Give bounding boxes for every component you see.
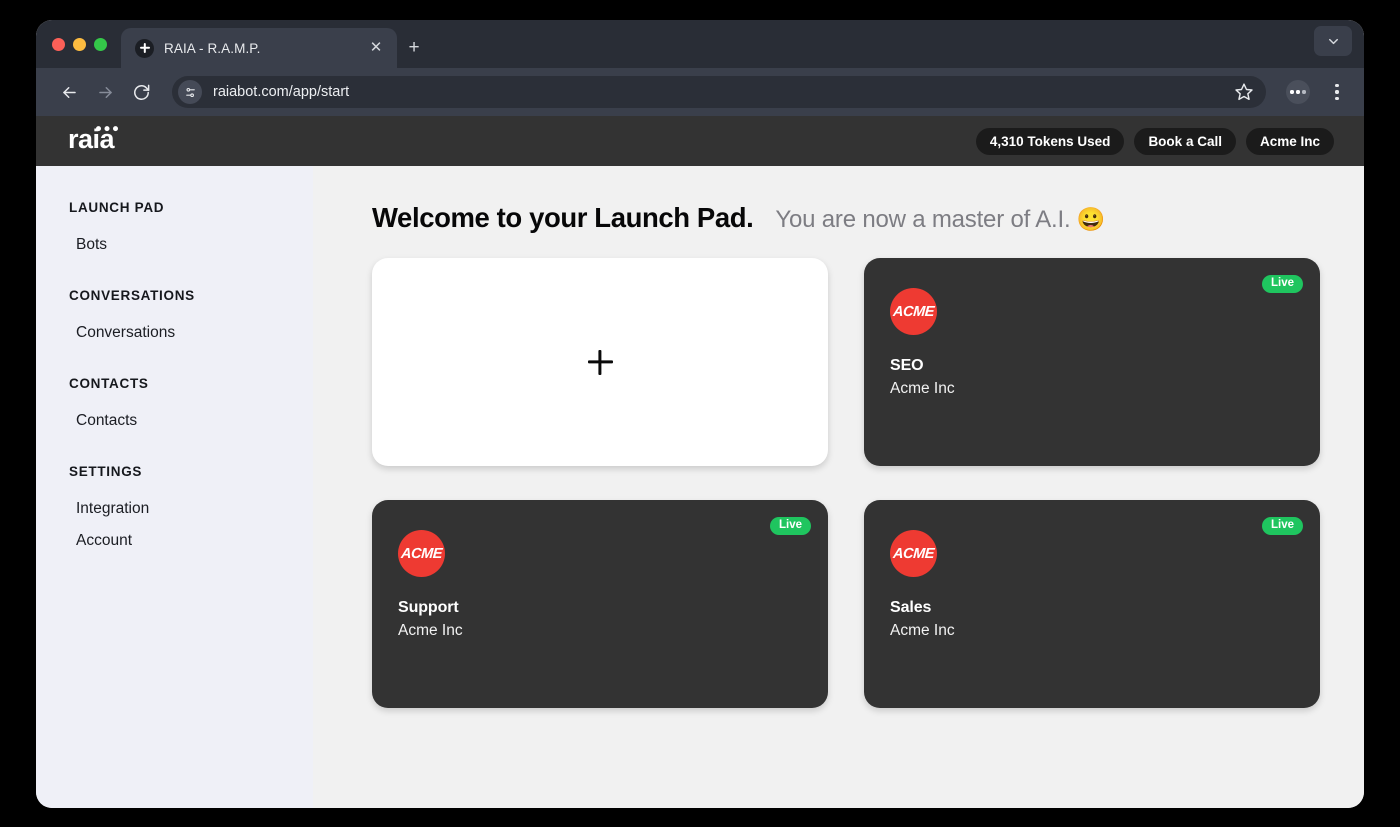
account-menu-button[interactable]: Acme Inc	[1245, 127, 1334, 155]
book-a-call-button[interactable]: Book a Call	[1134, 127, 1236, 155]
close-window-button[interactable]	[52, 37, 65, 51]
sidebar-section-contacts: CONTACTS	[69, 376, 149, 391]
window-traffic-lights	[52, 20, 121, 68]
sidebar: LAUNCH PAD Bots CONVERSATIONS Conversati…	[36, 166, 313, 808]
sidebar-section-conversations: CONVERSATIONS	[69, 288, 195, 303]
address-bar[interactable]: raiabot.com/app/start	[172, 76, 1266, 108]
reload-icon[interactable]	[126, 77, 156, 107]
browser-toolbar: raiabot.com/app/start	[36, 68, 1364, 116]
new-tab-button[interactable]: +	[397, 28, 431, 68]
status-badge: Live	[1261, 275, 1303, 293]
bot-card-support[interactable]: Live ACME Support Acme Inc	[372, 500, 828, 708]
status-badge: Live	[769, 517, 811, 535]
avatar-label: ACME	[892, 303, 935, 320]
sidebar-section-settings: SETTINGS	[69, 464, 143, 479]
back-arrow-icon[interactable]	[54, 77, 84, 107]
star-icon[interactable]	[1234, 82, 1254, 102]
sidebar-item-bots[interactable]: Bots	[36, 231, 313, 259]
bot-card-sales[interactable]: Live ACME Sales Acme Inc	[864, 500, 1320, 708]
device-frame: RAIA - R.A.M.P. ✕ + raiabot.com/app/star…	[24, 8, 1376, 820]
three-dot-menu-icon[interactable]	[1324, 78, 1350, 106]
grinning-face-icon: 😀	[1076, 206, 1106, 232]
avatar: ACME	[890, 530, 937, 577]
bot-card-seo[interactable]: Live ACME SEO Acme Inc	[864, 258, 1320, 466]
main-content: Welcome to your Launch Pad. You are now …	[313, 166, 1364, 808]
create-bot-card[interactable]	[372, 258, 828, 466]
chevron-down-icon[interactable]	[1314, 26, 1352, 56]
bot-name: SEO	[890, 357, 924, 374]
bot-grid: Live ACME SEO Acme Inc Live ACME Support	[372, 258, 1320, 708]
browser-tab[interactable]: RAIA - R.A.M.P. ✕	[121, 28, 397, 68]
tune-icon[interactable]	[178, 80, 202, 104]
bot-org: Acme Inc	[398, 622, 463, 639]
maximize-window-button[interactable]	[94, 37, 107, 51]
url-text: raiabot.com/app/start	[213, 84, 350, 100]
page-subtitle-text: You are now a master of A.I.	[775, 206, 1071, 233]
bot-name: Sales	[890, 599, 932, 616]
bot-org: Acme Inc	[890, 380, 955, 397]
sidebar-item-conversations[interactable]: Conversations	[36, 319, 313, 347]
extensions-icon[interactable]	[1286, 80, 1310, 104]
bot-name: Support	[398, 599, 459, 616]
sidebar-item-integration[interactable]: Integration	[36, 495, 313, 523]
browser-tab-title: RAIA - R.A.M.P.	[164, 40, 261, 56]
page-heading: Welcome to your Launch Pad. You are now …	[372, 202, 1320, 234]
browser-tab-strip: RAIA - R.A.M.P. ✕ +	[36, 20, 1364, 68]
bot-org: Acme Inc	[890, 622, 955, 639]
sidebar-item-account[interactable]: Account	[36, 527, 313, 555]
sidebar-item-contacts[interactable]: Contacts	[36, 407, 313, 435]
app-body: LAUNCH PAD Bots CONVERSATIONS Conversati…	[36, 166, 1364, 808]
page-title: Welcome to your Launch Pad.	[372, 202, 754, 233]
avatar-label: ACME	[400, 545, 443, 562]
raia-logo[interactable]: raia	[68, 124, 136, 159]
minimize-window-button[interactable]	[73, 37, 86, 51]
avatar: ACME	[398, 530, 445, 577]
page-subtitle: You are now a master of A.I. 😀	[775, 206, 1105, 234]
plus-icon	[588, 350, 613, 375]
tokens-used-badge[interactable]: 4,310 Tokens Used	[975, 127, 1125, 155]
sidebar-section-launch-pad: LAUNCH PAD	[69, 200, 165, 215]
avatar: ACME	[890, 288, 937, 335]
plus-circle-icon	[135, 38, 154, 58]
forward-arrow-icon[interactable]	[90, 77, 120, 107]
browser-window: RAIA - R.A.M.P. ✕ + raiabot.com/app/star…	[36, 20, 1364, 808]
close-icon[interactable]: ✕	[367, 39, 385, 57]
header-actions: 4,310 Tokens Used Book a Call Acme Inc	[975, 127, 1334, 155]
avatar-label: ACME	[892, 545, 935, 562]
app-header: raia 4,310 Tokens Used Book a Call Acme …	[36, 116, 1364, 166]
status-badge: Live	[1261, 517, 1303, 535]
